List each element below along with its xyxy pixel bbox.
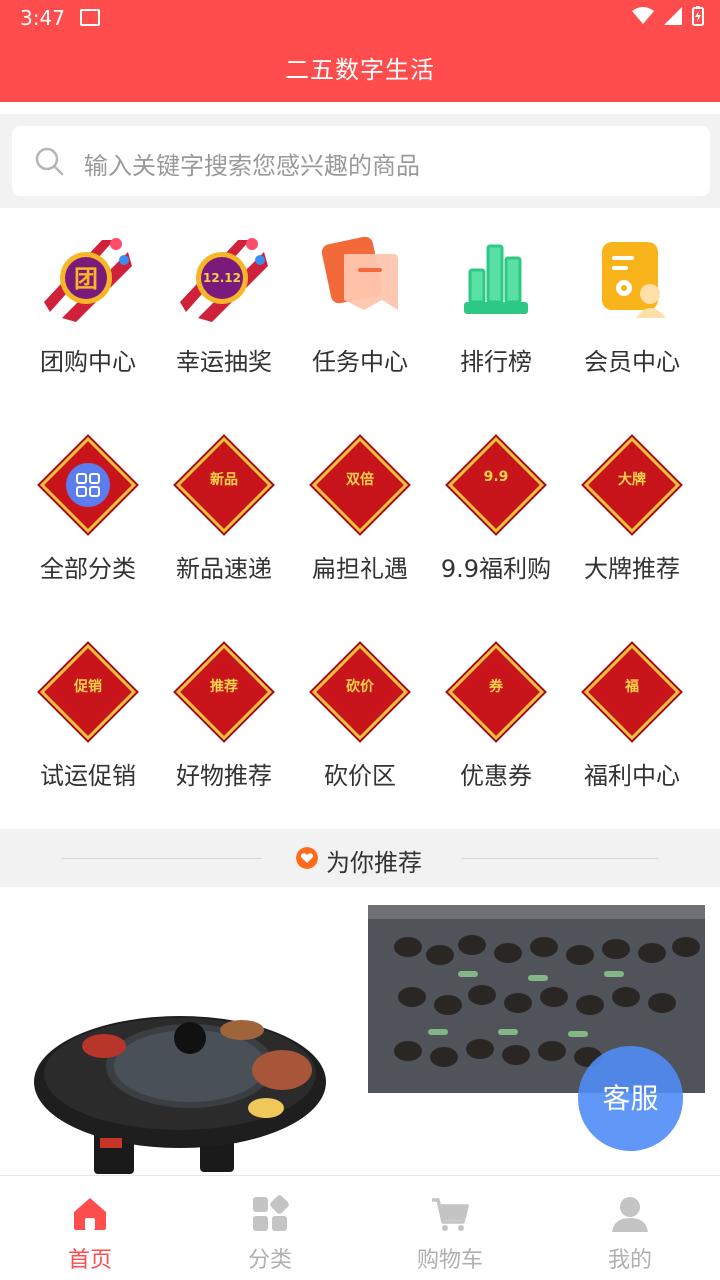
grid-item-label: 幸运抽奖 xyxy=(176,348,272,376)
grid-item-trial-promotion[interactable]: 促销 试运促销 xyxy=(16,622,160,822)
all-categories-icon xyxy=(39,436,137,534)
cart-icon xyxy=(432,1198,469,1231)
tab-mine[interactable]: 我的 xyxy=(540,1176,720,1280)
promotion-icon: 促销 xyxy=(39,643,137,741)
tab-home[interactable]: 首页 xyxy=(0,1176,180,1280)
grid-item-label: 福利中心 xyxy=(584,762,680,790)
grid-item-biandan-gift[interactable]: 双倍 扁担礼遇 xyxy=(288,415,432,615)
grid-item-label: 会员中心 xyxy=(584,348,680,376)
grid-item-label: 团购中心 xyxy=(40,348,136,376)
status-time: 3:47 xyxy=(20,6,65,30)
svg-text:12.12: 12.12 xyxy=(203,271,241,285)
tab-label: 首页 xyxy=(67,1248,112,1273)
divider xyxy=(62,858,262,859)
search-icon xyxy=(35,147,64,176)
tab-category[interactable]: 分类 xyxy=(180,1176,360,1280)
home-icon xyxy=(74,1198,106,1230)
image-notification-icon xyxy=(80,9,100,26)
tab-cart[interactable]: 购物车 xyxy=(360,1176,540,1280)
grid-item-all-categories[interactable]: 全部分类 xyxy=(16,415,160,615)
heart-icon xyxy=(296,847,318,869)
grid-item-label: 新品速递 xyxy=(176,555,272,583)
grid-item-label: 砍价区 xyxy=(324,762,396,790)
wifi-icon xyxy=(632,7,654,24)
new-arrivals-icon: 新品 xyxy=(175,436,273,534)
tab-label: 分类 xyxy=(247,1248,292,1273)
coupon-icon: 券 xyxy=(447,643,545,741)
tab-label: 我的 xyxy=(607,1248,652,1273)
good-recommend-icon: 推荐 xyxy=(175,643,273,741)
welfare-9-9-icon: 9.9 xyxy=(447,436,545,534)
recommend-title: 为你推荐 xyxy=(326,849,422,877)
page-title: 二五数字生活 xyxy=(285,56,435,84)
grid-item-label: 扁担礼遇 xyxy=(312,555,408,583)
divider xyxy=(462,858,658,859)
grid-item-label: 全部分类 xyxy=(40,555,136,583)
grid-item-bargain[interactable]: 砍价 砍价区 xyxy=(288,622,432,822)
user-icon xyxy=(612,1197,648,1232)
svg-text:团: 团 xyxy=(74,265,98,293)
grid-item-label: 排行榜 xyxy=(460,348,532,376)
tab-label: 购物车 xyxy=(416,1248,483,1273)
app-header: 3:47 二五数字生活 xyxy=(0,0,720,102)
recommend-header: 为你推荐 xyxy=(0,829,720,887)
bargain-icon: 砍价 xyxy=(311,643,409,741)
grid-item-label: 试运促销 xyxy=(40,762,136,790)
grid-item-ranking[interactable]: 排行榜 xyxy=(424,208,568,408)
grid-item-welfare-center[interactable]: 福 福利中心 xyxy=(560,622,704,822)
category-icon xyxy=(253,1195,289,1231)
search-placeholder: 输入关键字搜索您感兴趣的商品 xyxy=(84,152,420,180)
customer-service-button[interactable]: 客服 xyxy=(578,1046,683,1151)
battery-icon xyxy=(692,6,704,26)
grid-item-good-recommend[interactable]: 推荐 好物推荐 xyxy=(152,622,296,822)
member-center-icon xyxy=(602,242,666,318)
grid-item-label: 优惠券 xyxy=(460,762,532,790)
grid-item-label: 任务中心 xyxy=(312,348,408,376)
welfare-center-icon: 福 xyxy=(583,643,681,741)
grid-item-group-buy[interactable]: 团 团购中心 xyxy=(16,208,160,408)
task-center-icon xyxy=(321,236,398,310)
grid-item-label: 9.9福利购 xyxy=(440,555,552,583)
search-section: 输入关键字搜索您感兴趣的商品 xyxy=(0,114,720,208)
group-buy-icon: 团 xyxy=(44,234,132,322)
grid-item-brand-recommend[interactable]: 大牌 大牌推荐 xyxy=(560,415,704,615)
grid-item-member-center[interactable]: 会员中心 xyxy=(560,208,704,408)
biandan-gift-icon: 双倍 xyxy=(311,436,409,534)
brand-recommend-icon: 大牌 xyxy=(583,436,681,534)
grid-item-new-arrivals[interactable]: 新品 新品速递 xyxy=(152,415,296,615)
lucky-draw-icon: 12.12 xyxy=(180,234,268,322)
grid-item-task-center[interactable]: 任务中心 xyxy=(288,208,432,408)
ranking-icon xyxy=(464,244,528,314)
grid-item-lucky-draw[interactable]: 12.12 幸运抽奖 xyxy=(152,208,296,408)
search-input[interactable]: 输入关键字搜索您感兴趣的商品 xyxy=(12,126,710,196)
product-grill-pot-image[interactable] xyxy=(30,990,340,1180)
signal-icon xyxy=(664,7,682,25)
grid-item-coupon[interactable]: 券 优惠券 xyxy=(424,622,568,822)
grid-item-label: 好物推荐 xyxy=(176,762,272,790)
grid-item-label: 大牌推荐 xyxy=(584,555,680,583)
status-icons xyxy=(632,6,704,26)
bottom-tab-bar: 首页 分类 购物车 我的 xyxy=(0,1175,720,1280)
grid-item-9-9-welfare[interactable]: 9.9 9.9福利购 xyxy=(424,415,568,615)
